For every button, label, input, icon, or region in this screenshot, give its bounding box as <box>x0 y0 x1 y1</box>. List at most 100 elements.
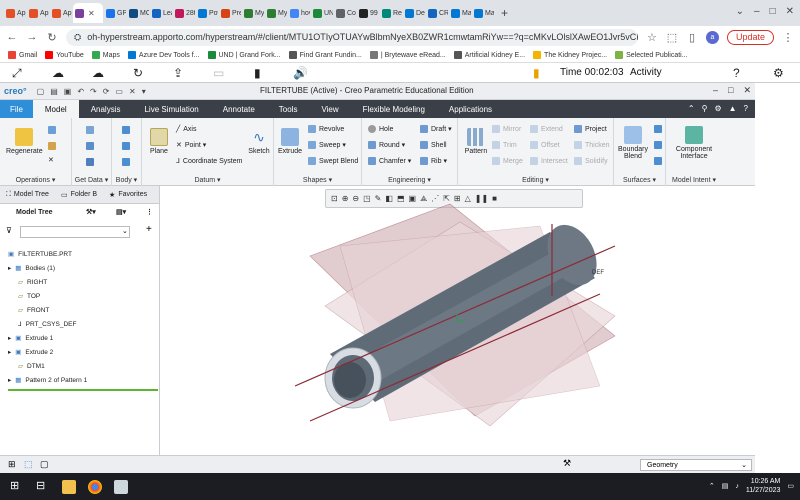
graduation-icon[interactable]: ▲ <box>729 104 737 113</box>
browser-tab[interactable]: Mai <box>449 3 471 23</box>
chrome-icon[interactable] <box>88 480 102 494</box>
clock[interactable]: 10:26 AM 11/27/2023 <box>746 477 781 495</box>
upload-icon[interactable]: ☁ <box>52 66 64 80</box>
task-view-icon[interactable]: ⊟ <box>36 479 45 492</box>
offset-button[interactable]: Offset <box>530 141 560 149</box>
user-defined-feature-icon[interactable] <box>86 126 94 134</box>
tray-chevron-icon[interactable]: ⌃ <box>709 482 715 490</box>
browser-tab[interactable]: Lea <box>150 3 172 23</box>
body-icon[interactable] <box>122 126 130 134</box>
browser-tab[interactable]: Cor <box>334 3 356 23</box>
plane-button[interactable]: Plane <box>146 128 172 155</box>
start-icon[interactable]: ⊞ <box>10 479 19 492</box>
bookmark-star-icon[interactable]: ☆ <box>646 31 658 44</box>
bookmark-item[interactable]: YouTube <box>45 51 84 59</box>
menu-icon[interactable]: ⋮ <box>782 31 794 44</box>
bookmark-item[interactable]: UND | Grand Fork... <box>207 51 281 59</box>
component-interface-button[interactable]: Component Interface <box>670 126 718 160</box>
maximize-icon[interactable]: □ <box>770 6 776 17</box>
axis-button[interactable]: ╱ Axis <box>176 125 196 134</box>
sweep-button[interactable]: Sweep ▾ <box>308 141 346 149</box>
browser-tab[interactable]: Pov <box>196 3 218 23</box>
extend-button[interactable]: Extend <box>530 125 563 133</box>
expand-icon[interactable]: ▸ <box>8 334 11 342</box>
back-icon[interactable]: ← <box>6 31 18 43</box>
coordinate-system-button[interactable]: ⅃ Coordinate System <box>176 157 242 166</box>
tree-item-extrude-2[interactable]: ▸ ▣ Extrude 2 <box>8 348 53 357</box>
copy-icon[interactable] <box>48 126 56 134</box>
activity-label[interactable]: Activity <box>630 67 662 78</box>
delete-icon[interactable]: ✕ <box>48 156 54 164</box>
notifications-icon[interactable]: ▭ <box>787 482 794 490</box>
browser-tab[interactable]: My <box>242 3 264 23</box>
browser-tab[interactable]: 28t <box>173 3 195 23</box>
minimize-icon[interactable]: – <box>754 6 760 17</box>
tree-item-pattern[interactable]: ▸ ▦ Pattern 2 of Pattern 1 <box>8 376 87 385</box>
browser-tab[interactable]: Pre <box>219 3 241 23</box>
show-icon[interactable]: ▤▾ <box>116 208 126 216</box>
tab-model-tree[interactable]: ⛶ Model Tree <box>6 191 49 199</box>
browser-tab[interactable]: MO <box>127 3 149 23</box>
share-icon[interactable]: ⇪ <box>173 66 183 80</box>
regenerate-small-icon[interactable]: ⟳ <box>103 87 110 96</box>
graphics-window[interactable]: ⊡ ⊕ ⊖ ◳ ✎ ◧ ⬒ ▣ ⟁ ⋰ ⇱ ⊞ △ ❚❚ ■ DEF <box>160 186 755 455</box>
navigator-toggle-icon[interactable]: ⊞ <box>8 459 16 470</box>
thicken-button[interactable]: Thicken <box>574 141 610 149</box>
reload-icon[interactable]: ↻ <box>46 31 58 44</box>
ribbon-tab-view[interactable]: View <box>309 100 350 118</box>
bookmark-item[interactable]: Selected Publicati... <box>615 51 688 59</box>
forward-icon[interactable]: → <box>26 31 38 43</box>
tree-item-csys[interactable]: ⅃ PRT_CSYS_DEF <box>18 320 76 329</box>
browser-tab[interactable]: App <box>50 3 72 23</box>
browser-toggle-icon[interactable]: ⬚ <box>24 459 33 470</box>
apporto-icon[interactable] <box>114 480 128 494</box>
body-merge-icon[interactable] <box>122 158 130 166</box>
hole-button[interactable]: Hole <box>368 125 393 133</box>
tab-search-icon[interactable]: ⌄ <box>736 6 744 17</box>
url-input[interactable]: ⛭ oh-hyperstream.apporto.com/hyperstream… <box>66 28 638 46</box>
tree-item-dtm1[interactable]: ▱ DTM1 <box>18 362 45 371</box>
creo-maximize-icon[interactable]: □ <box>728 85 733 96</box>
body-split-icon[interactable] <box>122 142 130 150</box>
browser-tab[interactable]: Mai <box>472 3 494 23</box>
search-dropdown-icon[interactable]: ⌄ <box>122 227 128 235</box>
refresh-icon[interactable]: ↻ <box>133 66 143 80</box>
regenerate-button[interactable]: Regenerate <box>6 128 43 155</box>
close-window-icon[interactable]: ✕ <box>786 6 794 17</box>
filter-icon[interactable]: ⊽ <box>6 226 12 235</box>
browser-tab[interactable]: CRI <box>426 3 448 23</box>
swept-blend-button[interactable]: Swept Blend <box>308 157 358 165</box>
browser-tab[interactable]: UNI <box>311 3 333 23</box>
style-icon[interactable] <box>654 141 662 149</box>
ribbon-tab-tools[interactable]: Tools <box>267 100 310 118</box>
paste-icon[interactable] <box>48 142 56 150</box>
tab-folder-browser[interactable]: ▭ Folder B <box>61 191 97 199</box>
redo-icon[interactable]: ↷ <box>90 87 97 96</box>
pattern-button[interactable]: Pattern <box>462 128 490 155</box>
browser-tab[interactable]: App <box>4 3 26 23</box>
close-model-icon[interactable]: ✕ <box>129 87 136 96</box>
freestyle-icon[interactable] <box>654 157 662 165</box>
bookmark-item[interactable]: Artificial Kidney E... <box>453 51 525 59</box>
tree-item-right[interactable]: ▱ RIGHT <box>18 278 47 287</box>
ribbon-settings-icon[interactable]: ⚙ <box>714 104 721 113</box>
camera-icon[interactable]: ▭ <box>213 66 224 80</box>
ribbon-tab-flexible-modeling[interactable]: Flexible Modeling <box>351 100 437 118</box>
fullscreen-icon[interactable]: ⤢ <box>12 66 22 81</box>
bookmark-item[interactable]: The Kidney Projec... <box>533 51 607 59</box>
browser-tab[interactable]: ✕ <box>73 3 103 23</box>
filter-select[interactable]: Geometry ⌄ <box>640 459 752 471</box>
qat-more-icon[interactable]: ▾ <box>142 87 146 96</box>
search-icon[interactable]: ⚲ <box>702 104 708 113</box>
sidepanel-icon[interactable]: ▯ <box>686 31 698 44</box>
tree-more-icon[interactable]: ⋮ <box>146 208 153 216</box>
extrude-button[interactable]: Extrude <box>276 128 304 155</box>
bookmark-item[interactable]: | Brytewave eRead... <box>369 51 446 59</box>
volume-icon[interactable]: ♪ <box>735 483 739 490</box>
browser-tab[interactable]: hov <box>288 3 310 23</box>
avatar[interactable]: a <box>705 30 719 44</box>
point-button[interactable]: ✕ Point ▾ <box>176 141 206 149</box>
creo-minimize-icon[interactable]: – <box>713 85 718 96</box>
new-tab-icon[interactable]: + <box>501 6 508 20</box>
tab-close-icon[interactable]: ✕ <box>88 9 95 18</box>
